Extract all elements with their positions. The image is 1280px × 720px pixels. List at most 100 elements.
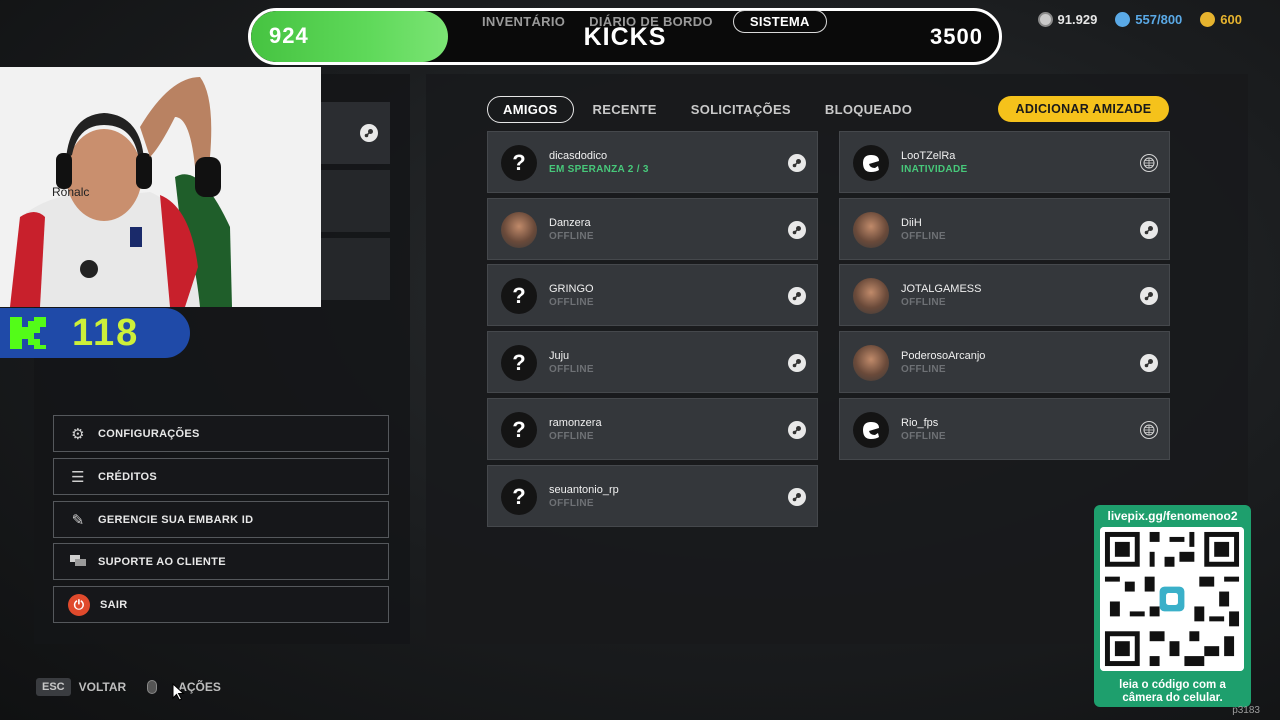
friend-card[interactable]: ? GRINGO OFFLINE: [487, 264, 818, 327]
friend-card[interactable]: PoderosoArcanjo OFFLINE: [839, 331, 1170, 394]
edit-icon: ✎: [71, 511, 85, 529]
qr-title: livepix.gg/fenomenoo2: [1107, 509, 1238, 523]
currency-value: 600: [1220, 12, 1242, 27]
steam-icon: [788, 487, 806, 506]
unknown-avatar-icon: ?: [501, 278, 537, 315]
livepix-qr-widget: livepix.gg/fenomenoo2 leia o código com …: [1094, 505, 1251, 707]
steam-icon: [788, 354, 806, 373]
avatar: [501, 211, 537, 248]
unknown-avatar-icon: ?: [501, 345, 537, 382]
power-icon: ⏻: [68, 593, 90, 616]
friend-card[interactable]: ? ramonzera OFFLINE: [487, 397, 818, 460]
currency-value: 91.929: [1057, 12, 1098, 27]
steam-icon: [788, 420, 806, 439]
streamer-webcam-image: [0, 67, 321, 307]
manage-embark-id-button[interactable]: ✎ GERENCIE SUA EMBARK ID: [53, 501, 389, 538]
embark-avatar-icon: [853, 411, 889, 448]
avatar: [853, 345, 889, 382]
friend-name: PoderosoArcanjo: [901, 350, 986, 363]
friend-card[interactable]: DiiH OFFLINE: [839, 197, 1170, 260]
chat-icon: [68, 552, 88, 572]
gold-coin-icon: [1200, 12, 1216, 27]
friend-card[interactable]: LooTZelRa INATIVIDADE: [839, 131, 1170, 193]
friend-name: seuantonio_rp: [549, 483, 619, 496]
unknown-avatar-icon: ?: [501, 145, 537, 181]
unknown-avatar-icon: ?: [501, 478, 537, 515]
friend-card[interactable]: Danzera OFFLINE: [487, 197, 818, 260]
settings-button[interactable]: ⚙ CONFIGURAÇÕES: [53, 415, 389, 452]
friend-card[interactable]: ? Juju OFFLINE: [487, 331, 818, 394]
globe-icon: [1140, 154, 1158, 172]
friend-status: OFFLINE: [901, 430, 946, 442]
tab-amigos[interactable]: AMIGOS: [487, 96, 574, 123]
friend-card[interactable]: Rio_fps OFFLINE: [839, 397, 1170, 460]
steam-icon: [788, 287, 806, 306]
currency-vres: 557/800: [1115, 12, 1182, 27]
game-tabs: INVENTÁRIO DIÁRIO DE BORDO SISTEMA: [470, 10, 827, 33]
friend-status: OFFLINE: [901, 364, 946, 376]
tab-bloqueado[interactable]: BLOQUEADO: [810, 97, 927, 122]
tab-inventario[interactable]: INVENTÁRIO: [470, 14, 577, 29]
friend-card[interactable]: JOTALGAMESS OFFLINE: [839, 264, 1170, 327]
list-icon: ☰: [71, 468, 85, 486]
esc-key[interactable]: ESC: [36, 678, 71, 696]
corner-id: p3183: [1232, 705, 1260, 716]
unknown-avatar-icon: ?: [501, 411, 537, 448]
kick-logo-icon: [6, 314, 62, 352]
customer-support-button[interactable]: SUPORTE AO CLIENTE: [53, 543, 389, 580]
friend-status: EM SPERANZA 2 / 3: [549, 164, 649, 175]
friend-name: Danzera: [549, 216, 591, 229]
bottom-key-hints: ESC VOLTAR AÇÕES: [36, 678, 221, 696]
quit-button[interactable]: ⏻ SAIR: [53, 586, 389, 623]
friend-name: dicasdodico: [549, 150, 608, 162]
webcam-name-tag: Ronalc: [52, 185, 90, 199]
add-friend-button[interactable]: ADICIONAR AMIZADE: [998, 96, 1169, 122]
steam-icon: [1140, 287, 1158, 306]
friend-name: LooTZelRa: [901, 150, 956, 162]
currency-bar: 91.929 557/800 600: [1037, 12, 1242, 27]
friend-status: OFFLINE: [549, 297, 594, 309]
menu-label: SUPORTE AO CLIENTE: [98, 555, 226, 568]
webcam-overlay: Ronalc: [0, 67, 321, 307]
friend-name: Juju: [549, 350, 570, 363]
qr-code-image: [1100, 527, 1244, 671]
steam-icon: [788, 154, 806, 172]
friend-status: OFFLINE: [549, 230, 594, 242]
menu-label: CONFIGURAÇÕES: [98, 427, 200, 440]
friend-status: INATIVIDADE: [901, 164, 968, 175]
currency-gold: 600: [1200, 12, 1242, 27]
currency-value: 557/800: [1135, 12, 1183, 27]
friend-status: OFFLINE: [901, 230, 946, 242]
menu-label: CRÉDITOS: [98, 470, 158, 483]
kicks-goal: 3500: [930, 24, 983, 49]
currency-multibucks: 91.929: [1037, 12, 1098, 27]
menu-label: GERENCIE SUA EMBARK ID: [98, 513, 254, 526]
friend-card[interactable]: ? seuantonio_rp OFFLINE: [487, 464, 818, 527]
friend-status: OFFLINE: [549, 497, 594, 509]
back-hint[interactable]: VOLTAR: [79, 680, 127, 694]
mouse-icon: [134, 680, 170, 694]
qr-caption: leia o código com a câmera do celular.: [1119, 679, 1226, 704]
friend-card[interactable]: ? dicasdodico EM SPERANZA 2 / 3: [487, 131, 818, 193]
tab-diario-de-bordo[interactable]: DIÁRIO DE BORDO: [577, 14, 725, 29]
steam-icon: [1140, 354, 1158, 373]
tab-sistema[interactable]: SISTEMA: [732, 10, 827, 33]
friend-name: JOTALGAMESS: [901, 283, 982, 296]
friend-status: OFFLINE: [549, 364, 594, 376]
multibucks-coin-icon: [1037, 12, 1053, 27]
avatar: [853, 278, 889, 315]
credits-button[interactable]: ☰ CRÉDITOS: [53, 458, 389, 495]
globe-icon: [1140, 420, 1158, 439]
mouse-cursor-icon: [172, 683, 185, 701]
embark-avatar-icon: [853, 145, 889, 181]
friend-name: DiiH: [901, 216, 922, 229]
steam-icon: [1140, 220, 1158, 239]
kick-viewer-count: 118: [72, 311, 140, 354]
tab-solicitacoes[interactable]: SOLICITAÇÕES: [676, 97, 806, 122]
friend-name: ramonzera: [549, 416, 602, 429]
menu-label: SAIR: [100, 598, 128, 611]
gear-icon: ⚙: [71, 425, 85, 443]
tab-recente[interactable]: RECENTE: [578, 97, 672, 122]
friend-tabs: AMIGOS RECENTE SOLICITAÇÕES BLOQUEADO: [487, 96, 927, 123]
kick-viewer-counter: 118: [0, 308, 190, 358]
